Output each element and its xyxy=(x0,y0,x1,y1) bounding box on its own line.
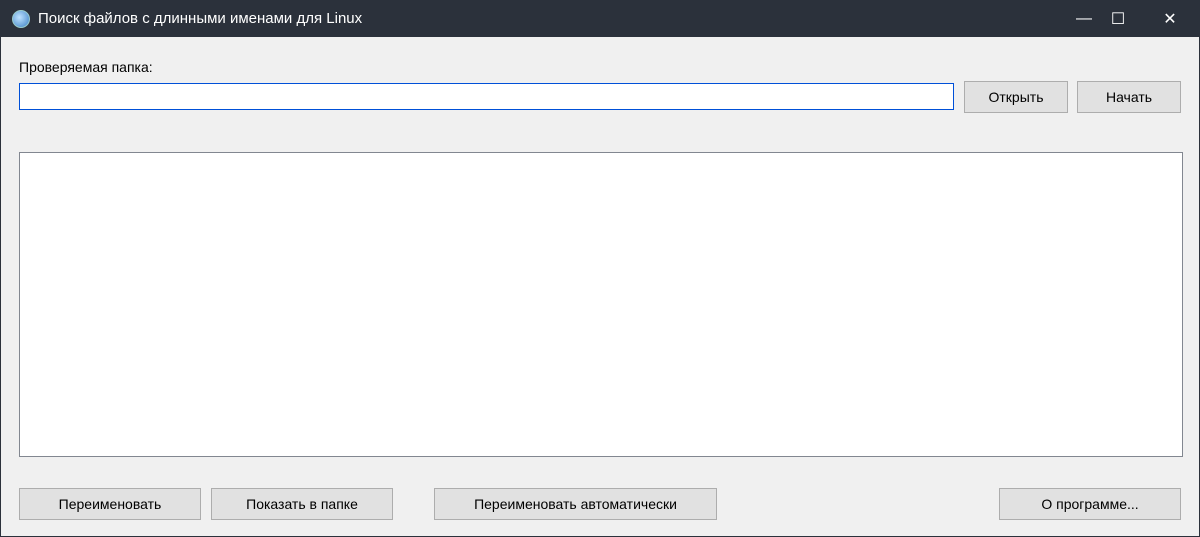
title-bar: Поиск файлов с длинными именами для Linu… xyxy=(1,1,1199,37)
folder-label: Проверяемая папка: xyxy=(19,59,153,75)
open-button[interactable]: Открыть xyxy=(964,81,1068,113)
rename-button[interactable]: Переименовать xyxy=(19,488,201,520)
show-in-folder-button[interactable]: Показать в папке xyxy=(211,488,393,520)
close-button[interactable]: ✕ xyxy=(1147,1,1193,37)
maximize-button[interactable]: ☐ xyxy=(1095,1,1141,37)
results-list[interactable] xyxy=(19,152,1183,457)
about-button[interactable]: О программе... xyxy=(999,488,1181,520)
app-icon xyxy=(12,10,30,28)
folder-input[interactable] xyxy=(19,83,954,110)
rename-auto-button[interactable]: Переименовать автоматически xyxy=(434,488,717,520)
main-window: Поиск файлов с длинными именами для Linu… xyxy=(0,0,1200,537)
start-button[interactable]: Начать xyxy=(1077,81,1181,113)
window-title: Поиск файлов с длинными именами для Linu… xyxy=(38,10,363,27)
